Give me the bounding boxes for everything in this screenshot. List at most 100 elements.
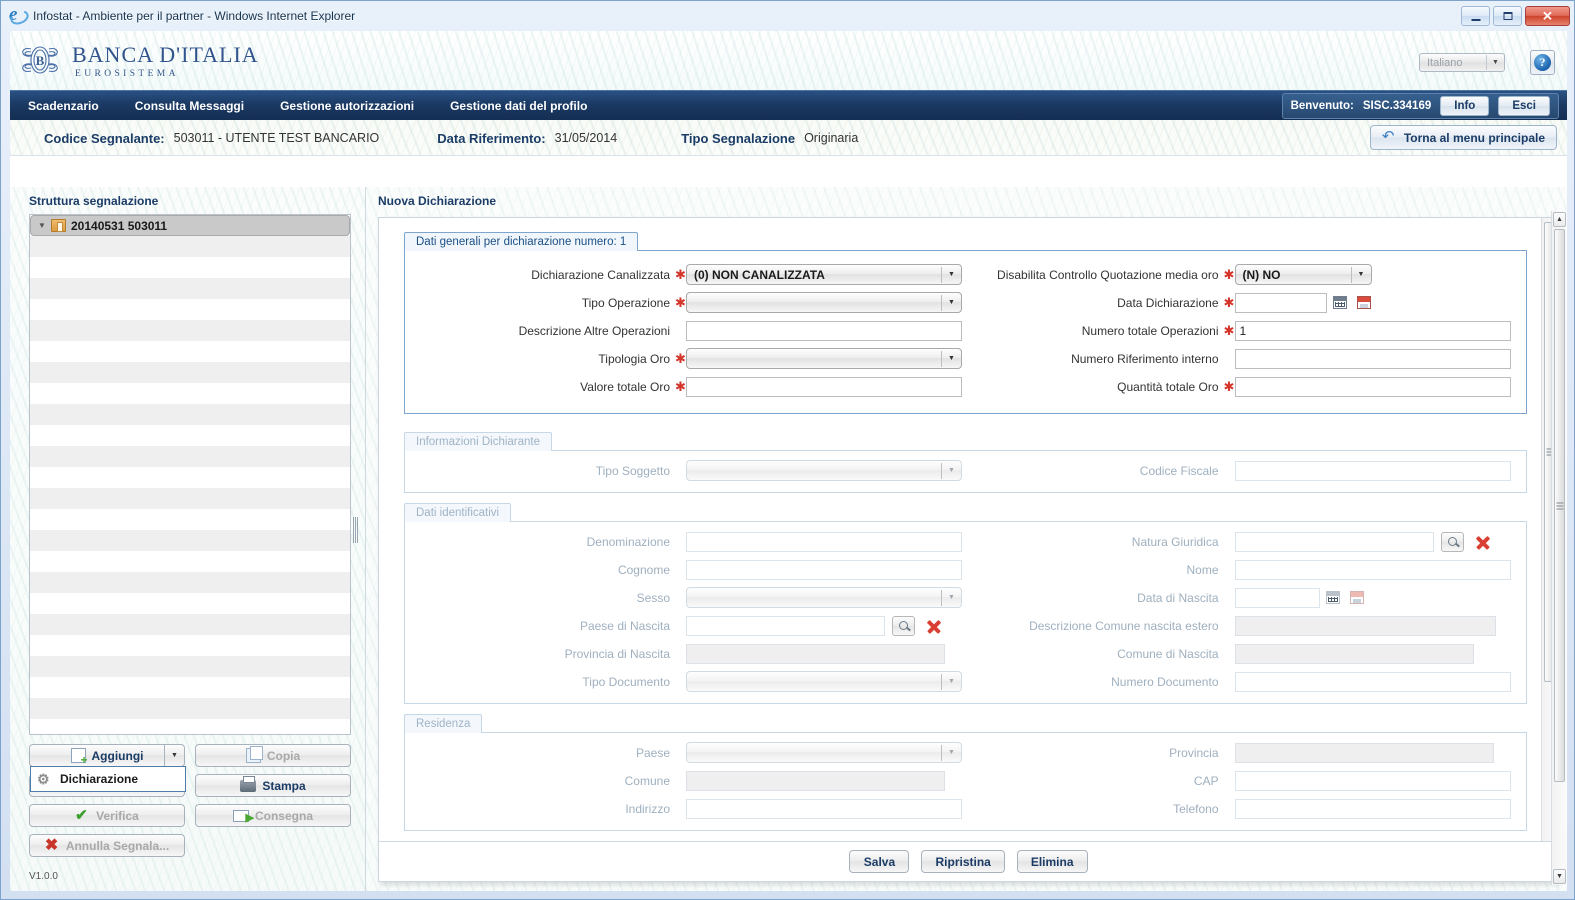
calendar-icon[interactable] [1325,591,1340,604]
info-button[interactable]: Info [1440,96,1490,116]
stampa-button[interactable]: Stampa [195,774,351,797]
cap-input[interactable] [1234,770,1511,791]
cognome-input[interactable] [686,559,962,580]
denominazione-input[interactable] [686,531,962,552]
nome-input[interactable] [1234,559,1511,580]
paese-select[interactable]: ▼ [686,742,962,763]
elimina-button[interactable]: Elimina [1016,850,1088,873]
field-label: Tipologia Oro [598,351,670,366]
data-di-nascita-input[interactable] [1234,587,1320,608]
nav-item-gestione-dati-profilo[interactable]: Gestione dati del profilo [432,91,605,121]
dichiarazione-canalizzata-select[interactable]: (0) NON CANALIZZATA ▼ [686,264,962,285]
telefono-input[interactable] [1234,798,1511,819]
chevron-down-icon: ▼ [948,749,955,756]
paese-di-nascita-input[interactable] [686,615,885,636]
sidebar-splitter[interactable] [352,187,359,891]
field-label: Tipo Documento [582,674,670,689]
chevron-down-icon[interactable]: ▼ [38,221,51,230]
tipo-soggetto-select[interactable]: ▼ [686,460,962,481]
data-dichiarazione-input[interactable] [1234,292,1327,313]
help-button[interactable]: ? [1530,50,1555,75]
aggiungi-button[interactable]: Aggiungi ▼ ⚙ Dichiarazione [29,744,186,792]
calendar-picker-icon[interactable] [1356,296,1371,309]
numero-riferimento-interno-input[interactable] [1234,348,1511,369]
tipo-documento-select[interactable]: ▼ [686,671,962,692]
required-marker: ✱ [1223,322,1235,338]
tree-row [30,383,350,404]
required-marker-none: ✱ [675,590,686,606]
field-comune: Comune ✱ [405,767,966,794]
minimize-button[interactable] [1461,6,1490,26]
report-structure-tree[interactable]: ▼ 20140531 503011 [29,214,351,735]
copia-button[interactable]: Copia [195,744,351,767]
nav-item-scadenzario[interactable]: Scadenzario [10,91,117,121]
bank-header: B BANCA D'ITALIA EUROSISTEMA Italiano ▼ … [10,31,1567,90]
section-legend: Informazioni Dichiarante [404,432,553,451]
tree-row [30,488,350,509]
calendar-icon[interactable] [1332,296,1347,309]
language-selector[interactable]: Italiano ▼ [1419,53,1505,72]
page-scrollbar[interactable]: ▲ ▼ [1551,211,1567,885]
chevron-down-icon[interactable]: ▼ [164,744,184,767]
field-comune-di-nascita: Comune di Nascita ✱ [966,640,1527,667]
menu-item-dichiarazione[interactable]: ⚙ Dichiarazione [31,767,185,791]
field-label: CAP [1193,773,1219,788]
scrollbar-thumb[interactable] [1554,229,1565,782]
sesso-select[interactable]: ▼ [686,587,962,608]
numero-totale-operazioni-input[interactable]: 1 [1234,320,1511,341]
tree-row [30,551,350,572]
ripristina-button[interactable]: Ripristina [921,850,1005,873]
numero-documento-input[interactable] [1234,671,1511,692]
field-tipo-operazione: Tipo Operazione ✱ ▼ [405,289,966,316]
field-cognome: Cognome ✱ [405,556,966,583]
field-paese-di-nascita: Paese di Nascita ✱ [405,612,966,639]
tree-node-root[interactable]: ▼ 20140531 503011 [30,215,350,236]
back-to-main-menu-button[interactable]: Torna al menu principale [1369,125,1557,150]
verifica-button[interactable]: ✔ Verifica [29,804,185,827]
scroll-down-button[interactable]: ▼ [1553,869,1566,884]
section-right-column: Codice Fiscale ✱ [966,457,1527,485]
back-button-label: Torna al menu principale [1403,130,1545,145]
consegna-button[interactable]: Consegna [195,804,351,827]
required-marker-none: ✱ [675,463,686,479]
field-provincia-di-nascita: Provincia di Nascita ✱ [405,640,966,667]
nav-item-consulta-messaggi[interactable]: Consulta Messaggi [117,91,262,121]
search-icon[interactable] [1440,531,1464,552]
close-button[interactable]: ✕ [1525,6,1570,26]
tipologia-oro-select[interactable]: ▼ [686,348,962,369]
select-value: (N) NO [1242,267,1281,282]
logout-button[interactable]: Esci [1498,96,1550,116]
codice-fiscale-input[interactable] [1234,460,1511,481]
consegna-label: Consegna [254,808,313,823]
user-session-box: Benvenuto: SISC.334169 Info Esci [1281,93,1559,119]
valore-totale-oro-input[interactable] [686,376,962,397]
nav-item-gestione-autorizzazioni[interactable]: Gestione autorizzazioni [262,91,432,121]
tipo-operazione-select[interactable]: ▼ [686,292,962,313]
disabilita-controllo-select[interactable]: (N) NO ▼ [1234,264,1372,285]
aggiungi-dropdown-menu[interactable]: ⚙ Dichiarazione [30,766,186,792]
required-marker: ✱ [675,266,686,282]
field-numero-riferimento-interno: Numero Riferimento interno ✱ [966,345,1527,372]
scroll-up-button[interactable]: ▲ [1553,212,1566,227]
salva-button[interactable]: Salva [849,850,910,873]
field-label: Sesso [636,590,670,605]
codice-segnalante-value: 503011 - UTENTE TEST BANCARIO [173,131,380,145]
clear-x-icon[interactable] [1471,532,1495,552]
quantita-totale-oro-input[interactable] [1234,376,1511,397]
field-numero-totale-operazioni: Numero totale Operazioni ✱ 1 [966,317,1527,344]
indirizzo-input[interactable] [686,798,962,819]
main-navigation: Scadenzario Consulta Messaggi Gestione a… [10,90,1567,120]
field-label: Descrizione Altre Operazioni [518,323,670,338]
maximize-button[interactable] [1493,6,1522,26]
tree-row [30,299,350,320]
descrizione-altre-operazioni-input[interactable] [686,320,962,341]
annulla-segnalazione-button[interactable]: ✖ Annulla Segnala... [29,834,185,857]
tree-row [30,635,350,656]
natura-giuridica-input[interactable] [1234,531,1434,552]
sidebar-action-row-1: Aggiungi ▼ ⚙ Dichiarazione Copi [29,744,351,792]
field-sesso: Sesso ✱ ▼ [405,584,966,611]
calendar-picker-icon[interactable] [1349,591,1364,604]
search-icon[interactable] [892,615,915,636]
clear-x-icon[interactable] [922,616,946,636]
required-marker: ✱ [675,294,686,310]
